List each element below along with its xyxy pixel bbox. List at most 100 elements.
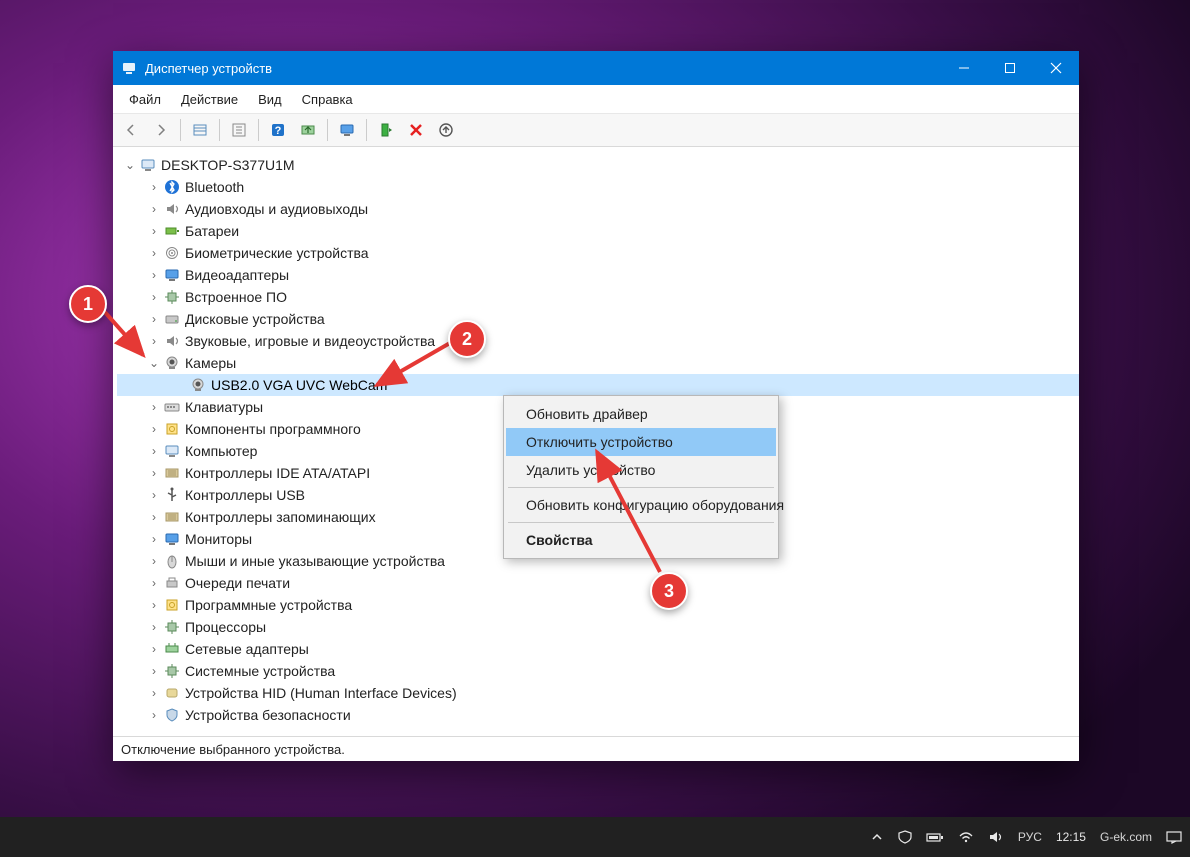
tree-node-label: Дисковые устройства xyxy=(185,311,325,327)
ide-controller-icon xyxy=(163,464,181,482)
menu-action[interactable]: Действие xyxy=(171,88,248,111)
app-icon xyxy=(121,60,137,76)
tree-node-label: Компьютер xyxy=(185,443,257,459)
tree-leaf-label: USB2.0 VGA UVC WebCam xyxy=(211,377,387,393)
tree-node[interactable]: ›Биометрические устройства xyxy=(117,242,1079,264)
tree-root-label: DESKTOP-S377U1M xyxy=(161,157,295,173)
toolbar-properties[interactable] xyxy=(225,116,253,144)
firmware-icon xyxy=(163,288,181,306)
tree-node-label: Компоненты программного xyxy=(185,421,361,437)
tree-leaf-selected[interactable]: USB2.0 VGA UVC WebCam xyxy=(117,374,1079,396)
tree-node[interactable]: ›Дисковые устройства xyxy=(117,308,1079,330)
system-device-icon xyxy=(163,662,181,680)
tree-node-label: Батареи xyxy=(185,223,239,239)
tray-action-center-icon[interactable] xyxy=(1166,830,1182,844)
tree-node-label: Встроенное ПО xyxy=(185,289,287,305)
tree-node-label: Мониторы xyxy=(185,531,252,547)
menu-view[interactable]: Вид xyxy=(248,88,292,111)
tree-node[interactable]: ›Встроенное ПО xyxy=(117,286,1079,308)
tree-node[interactable]: ›Аудиовходы и аудиовыходы xyxy=(117,198,1079,220)
site-watermark: G-ek.com xyxy=(1100,830,1152,844)
toolbar-details[interactable] xyxy=(186,116,214,144)
svg-text:?: ? xyxy=(275,125,282,137)
menubar: Файл Действие Вид Справка xyxy=(113,85,1079,114)
computer-root-icon xyxy=(139,156,157,174)
context-menu-separator xyxy=(508,487,774,488)
tree-node[interactable]: ›Системные устройства xyxy=(117,660,1079,682)
annotation-badge-1: 1 xyxy=(69,285,107,323)
biometric-icon xyxy=(163,244,181,262)
tree-node[interactable]: ⌄Камеры xyxy=(117,352,1079,374)
tree-node[interactable]: ›Устройства HID (Human Interface Devices… xyxy=(117,682,1079,704)
toolbar-help[interactable]: ? xyxy=(264,116,292,144)
tray-battery-icon[interactable] xyxy=(926,830,944,844)
battery-icon xyxy=(163,222,181,240)
tree-node[interactable]: ›Устройства безопасности xyxy=(117,704,1079,726)
tree-node[interactable]: ›Процессоры xyxy=(117,616,1079,638)
tree-root[interactable]: ⌄DESKTOP-S377U1M xyxy=(117,154,1079,176)
maximize-button[interactable] xyxy=(987,51,1033,85)
taskbar[interactable]: РУС 12:15 G-ek.com xyxy=(0,817,1190,857)
tree-node-label: Аудиовходы и аудиовыходы xyxy=(185,201,368,217)
tray-chevron-up-icon[interactable] xyxy=(870,830,884,844)
bluetooth-icon xyxy=(163,178,181,196)
tree-node[interactable]: ›Программные устройства xyxy=(117,594,1079,616)
context-menu-item[interactable]: Отключить устройство xyxy=(506,428,776,456)
menu-help[interactable]: Справка xyxy=(292,88,363,111)
tree-node-label: Системные устройства xyxy=(185,663,335,679)
toolbar-back[interactable] xyxy=(117,116,145,144)
tray-language[interactable]: РУС xyxy=(1018,830,1042,844)
tray-clock[interactable]: 12:15 xyxy=(1056,830,1086,844)
tray-volume-icon[interactable] xyxy=(988,830,1004,844)
context-menu-item[interactable]: Свойства xyxy=(506,526,776,554)
annotation-badge-3: 3 xyxy=(650,572,688,610)
menu-file[interactable]: Файл xyxy=(119,88,171,111)
toolbar-monitor[interactable] xyxy=(333,116,361,144)
network-adapter-icon xyxy=(163,640,181,658)
tree-node[interactable]: ›Очереди печати xyxy=(117,572,1079,594)
usb-controller-icon xyxy=(163,486,181,504)
titlebar[interactable]: Диспетчер устройств xyxy=(113,51,1079,85)
tree-node-label: Контроллеры IDE ATA/ATAPI xyxy=(185,465,370,481)
tree-node-label: Очереди печати xyxy=(185,575,290,591)
tree-node-label: Контроллеры USB xyxy=(185,487,305,503)
webcam-icon xyxy=(189,376,207,394)
tree-node-label: Сетевые адаптеры xyxy=(185,641,309,657)
computer-icon xyxy=(163,442,181,460)
toolbar-enable-device[interactable] xyxy=(372,116,400,144)
context-menu-item[interactable]: Обновить драйвер xyxy=(506,400,776,428)
toolbar-update-driver[interactable] xyxy=(294,116,322,144)
toolbar-uninstall[interactable] xyxy=(402,116,430,144)
toolbar: ? xyxy=(113,114,1079,147)
tree-node[interactable]: ›Сетевые адаптеры xyxy=(117,638,1079,660)
tray-wifi-icon[interactable] xyxy=(958,830,974,844)
tree-node[interactable]: ›Видеоадаптеры xyxy=(117,264,1079,286)
mouse-icon xyxy=(163,552,181,570)
toolbar-scan-hardware[interactable] xyxy=(432,116,460,144)
tree-node-label: Программные устройства xyxy=(185,597,352,613)
display-adapter-icon xyxy=(163,266,181,284)
context-menu-item[interactable]: Обновить конфигурацию оборудования xyxy=(506,491,776,519)
tree-node[interactable]: ›Батареи xyxy=(117,220,1079,242)
close-button[interactable] xyxy=(1033,51,1079,85)
context-menu[interactable]: Обновить драйверОтключить устройствоУдал… xyxy=(503,395,779,559)
storage-controller-icon xyxy=(163,508,181,526)
context-menu-item[interactable]: Удалить устройство xyxy=(506,456,776,484)
tray-defender-icon[interactable] xyxy=(898,830,912,844)
tree-node-label: Звуковые, игровые и видеоустройства xyxy=(185,333,435,349)
tree-node-label: Клавиатуры xyxy=(185,399,263,415)
camera-icon xyxy=(163,354,181,372)
audio-io-icon xyxy=(163,200,181,218)
processor-icon xyxy=(163,618,181,636)
toolbar-forward[interactable] xyxy=(147,116,175,144)
statusbar: Отключение выбранного устройства. xyxy=(113,736,1079,761)
tree-node-label: Процессоры xyxy=(185,619,266,635)
tree-node-label: Видеоадаптеры xyxy=(185,267,289,283)
software-device-icon xyxy=(163,596,181,614)
tree-node[interactable]: ›Звуковые, игровые и видеоустройства xyxy=(117,330,1079,352)
tree-node-label: Камеры xyxy=(185,355,236,371)
tree-node[interactable]: ›Bluetooth xyxy=(117,176,1079,198)
security-device-icon xyxy=(163,706,181,724)
minimize-button[interactable] xyxy=(941,51,987,85)
disk-icon xyxy=(163,310,181,328)
